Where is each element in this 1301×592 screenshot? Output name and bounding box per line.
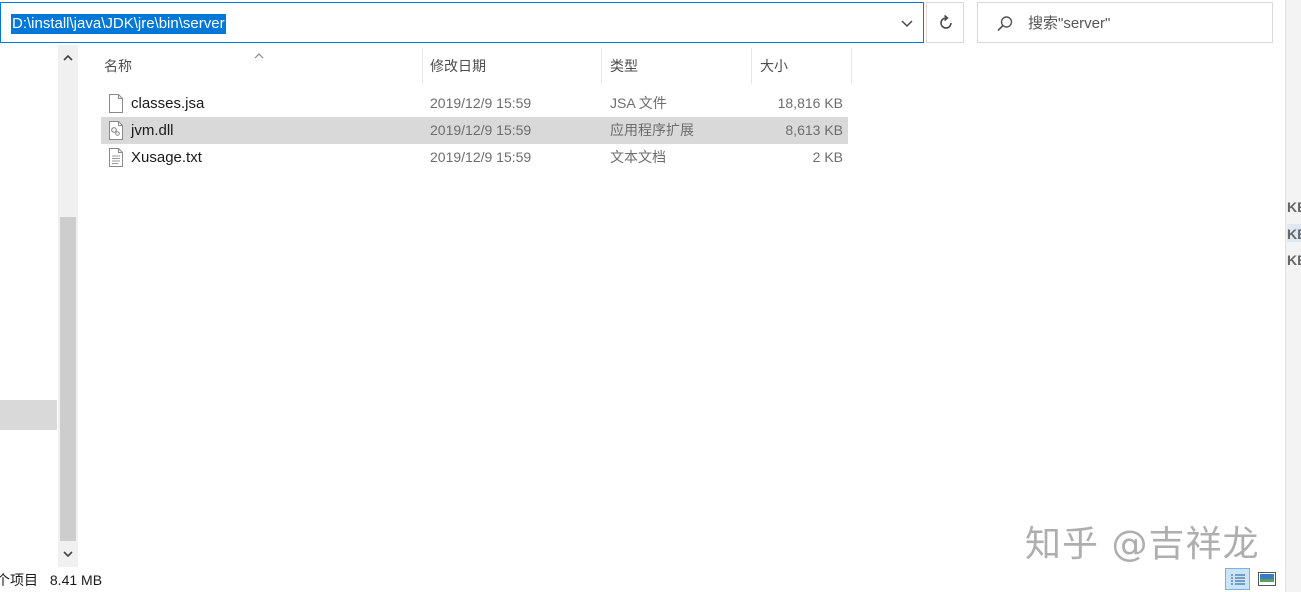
scrollbar-thumb[interactable]: [60, 217, 76, 541]
file-row[interactable]: classes.jsa 2019/12/9 15:59 JSA 文件 18,81…: [101, 90, 848, 117]
scroll-down-button[interactable]: [58, 544, 78, 564]
file-date: 2019/12/9 15:59: [430, 149, 532, 165]
background-text: KE: [1287, 226, 1301, 242]
file-date: 2019/12/9 15:59: [430, 95, 532, 111]
nav-pane-scrollbar[interactable]: [58, 45, 78, 567]
chevron-down-icon: [63, 551, 73, 558]
file-size: 18,816 KB: [777, 95, 843, 111]
details-view-button[interactable]: [1225, 568, 1250, 590]
refresh-button[interactable]: [926, 2, 964, 43]
text-file-icon: [108, 148, 124, 170]
file-row-selected[interactable]: jvm.dll 2019/12/9 15:59 应用程序扩展 8,613 KB: [101, 117, 848, 144]
chevron-up-icon: [63, 54, 73, 61]
search-box[interactable]: 搜索"server": [977, 2, 1273, 43]
file-name: classes.jsa: [131, 95, 205, 112]
file-date: 2019/12/9 15:59: [430, 122, 532, 138]
scroll-up-button[interactable]: [58, 48, 78, 68]
background-window-edge: [1285, 0, 1301, 592]
file-size: 8,613 KB: [785, 122, 843, 138]
file-size: 2 KB: [812, 149, 843, 165]
background-text: KE: [1287, 252, 1301, 268]
address-bar[interactable]: D:\install\java\JDK\jre\bin\server: [0, 2, 924, 43]
column-header-name[interactable]: 名称: [101, 48, 423, 84]
column-header-type[interactable]: 类型: [607, 48, 752, 84]
details-view-icon: [1231, 574, 1245, 585]
file-name: jvm.dll: [131, 122, 174, 139]
file-type: 应用程序扩展: [610, 122, 694, 138]
file-row[interactable]: Xusage.txt 2019/12/9 15:59 文本文档 2 KB: [101, 144, 848, 171]
address-path[interactable]: D:\install\java\JDK\jre\bin\server: [11, 14, 226, 34]
file-type: JSA 文件: [610, 95, 667, 111]
watermark: 知乎 @吉祥龙: [1025, 524, 1260, 565]
file-name: Xusage.txt: [131, 149, 202, 166]
nav-pane-selected-item[interactable]: [0, 400, 57, 430]
file-type: 文本文档: [610, 149, 666, 165]
dll-file-icon: [108, 121, 124, 143]
status-item-count: 个项目: [0, 572, 38, 588]
chevron-down-icon[interactable]: [899, 15, 915, 31]
column-header-date[interactable]: 修改日期: [427, 48, 602, 84]
background-text: KE: [1287, 199, 1301, 215]
column-header-size[interactable]: 大小: [757, 48, 852, 84]
large-icons-view-button[interactable]: [1255, 568, 1280, 590]
status-selected-size: 8.41 MB: [49, 572, 103, 588]
generic-file-icon: [108, 94, 124, 116]
search-placeholder[interactable]: 搜索"server": [1028, 14, 1110, 34]
large-icons-view-icon: [1258, 572, 1276, 586]
status-bar: 个项目 8.41 MB: [0, 570, 102, 590]
